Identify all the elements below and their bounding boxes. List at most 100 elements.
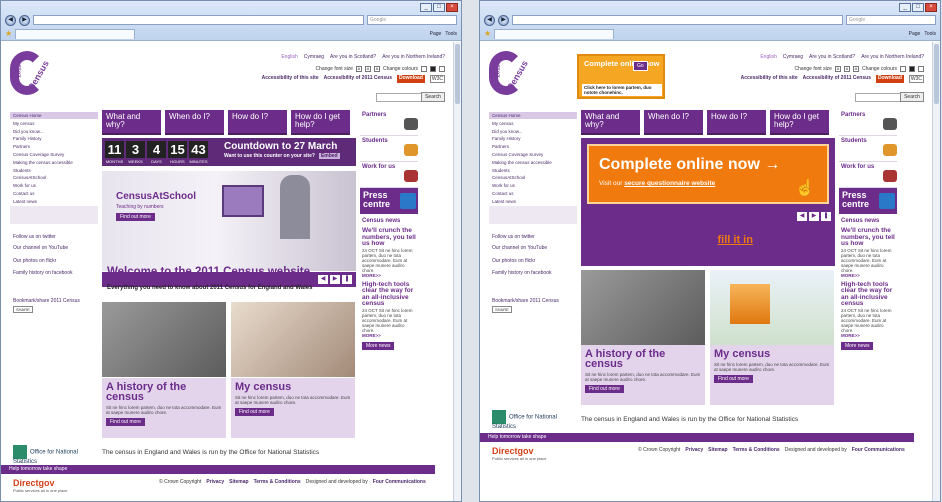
download-button[interactable]: Download xyxy=(875,75,904,83)
share-button[interactable]: SHARE xyxy=(13,306,33,313)
nav-did-you-know[interactable]: Did you know... xyxy=(10,128,98,136)
nav-family-history[interactable]: Family History xyxy=(10,135,98,144)
cta-go-button[interactable]: Go xyxy=(633,61,648,71)
colour-option-dark[interactable] xyxy=(909,66,915,72)
font-size-medium[interactable]: A xyxy=(364,66,371,72)
privacy-link[interactable]: Privacy xyxy=(206,479,224,485)
tab-when[interactable]: When do I? xyxy=(165,110,224,135)
work-box[interactable]: Work for us xyxy=(360,162,418,188)
tools-menu[interactable]: Tools xyxy=(445,31,457,37)
partners-box[interactable]: Partners xyxy=(360,110,418,136)
maximize-icon[interactable]: □ xyxy=(433,3,445,12)
news1-title[interactable]: We'll crunch the numbers, you tell us ho… xyxy=(362,227,416,248)
search-button[interactable]: Search xyxy=(900,92,924,102)
search-button[interactable]: Search xyxy=(421,92,445,102)
ons-logo[interactable]: Office for National Statistics xyxy=(492,410,582,430)
news2-more[interactable]: MORE>> xyxy=(362,333,416,338)
tab-help[interactable]: How do I get help? xyxy=(291,110,350,135)
tab-what-and-why[interactable]: What and why? xyxy=(102,110,161,135)
history-find-out-more[interactable]: Find out more xyxy=(106,418,145,426)
work-box[interactable]: Work for us xyxy=(839,162,897,188)
nav-my-census[interactable]: My census xyxy=(489,120,577,128)
fill-it-in-link[interactable]: fill it in xyxy=(718,234,753,246)
sitemap-link[interactable]: Sitemap xyxy=(229,479,248,485)
school-find-out-more[interactable]: Find out more xyxy=(116,213,155,221)
colour-option[interactable] xyxy=(421,66,427,72)
nav-partners[interactable]: Partners xyxy=(10,143,98,151)
tab-how[interactable]: How do I? xyxy=(707,110,766,135)
browser-search-input[interactable]: Google xyxy=(367,15,457,25)
chevron-right-icon[interactable]: ▶ xyxy=(330,275,340,284)
chevron-left-icon[interactable]: ◀ xyxy=(797,212,807,221)
link-accessibility-census[interactable]: Accessibility of 2011 Census xyxy=(803,75,871,83)
news1-more[interactable]: MORE>> xyxy=(841,273,895,278)
maximize-icon[interactable]: □ xyxy=(912,3,924,12)
questionnaire-link[interactable]: secure questionnaire website xyxy=(624,180,715,187)
nav-home[interactable]: Census Home xyxy=(489,112,577,120)
nav-partners[interactable]: Partners xyxy=(489,143,577,151)
nav-latest-news[interactable]: Latest news xyxy=(489,198,577,206)
tab-when[interactable]: When do I? xyxy=(644,110,703,135)
census-logo[interactable]: 2011 Census xyxy=(10,51,51,101)
browser-tab[interactable] xyxy=(15,28,136,39)
close-icon[interactable]: × xyxy=(446,3,458,12)
more-news-button[interactable]: More news xyxy=(362,341,395,350)
nav-my-census[interactable]: My census xyxy=(10,120,98,128)
press-centre-box[interactable]: Press centre xyxy=(360,188,418,214)
nav-students[interactable]: Students xyxy=(489,167,577,175)
vertical-scrollbar[interactable] xyxy=(932,42,940,501)
font-size-small[interactable]: A xyxy=(834,66,841,72)
address-bar[interactable] xyxy=(512,15,843,25)
ons-logo[interactable]: Office for National Statistics xyxy=(13,445,103,465)
back-icon[interactable]: ◀ xyxy=(5,14,16,26)
font-size-large[interactable]: A xyxy=(852,66,859,72)
nav-latest-news[interactable]: Latest news xyxy=(10,198,98,206)
browser-search-input[interactable]: Google xyxy=(846,15,936,25)
nav-family-history[interactable]: Family History xyxy=(489,135,577,144)
nav-coverage-survey[interactable]: Census Coverage Survey xyxy=(489,151,577,159)
tab-what-and-why[interactable]: What and why? xyxy=(581,110,640,135)
facebook-link[interactable]: Family history on facebook xyxy=(492,270,551,276)
designer-link[interactable]: Four Communications xyxy=(373,479,426,485)
page-menu[interactable]: Page xyxy=(909,31,921,37)
nav-census-at-school[interactable]: CensusAtSchool xyxy=(489,174,577,183)
link-accessibility-census[interactable]: Accessibility of 2011 Census xyxy=(324,75,392,83)
forward-icon[interactable]: ▶ xyxy=(498,14,509,26)
download-button[interactable]: Download xyxy=(396,75,425,83)
tab-how[interactable]: How do I? xyxy=(228,110,287,135)
nav-accessible[interactable]: Making the census accessible xyxy=(489,159,577,167)
vertical-scrollbar[interactable] xyxy=(453,42,461,501)
nav-work-for-us[interactable]: Work for us xyxy=(10,182,98,190)
news2-title[interactable]: High-tech tools clear the way for an all… xyxy=(841,281,895,308)
news2-title[interactable]: High-tech tools clear the way for an all… xyxy=(362,281,416,308)
share-widget[interactable]: SHARE xyxy=(13,304,33,313)
chevron-right-icon[interactable]: ▶ xyxy=(809,212,819,221)
link-ni[interactable]: Are you in Northern Ireland? xyxy=(861,54,924,60)
address-bar[interactable] xyxy=(33,15,364,25)
favorites-star-icon[interactable]: ★ xyxy=(484,29,491,39)
news1-more[interactable]: MORE>> xyxy=(362,273,416,278)
link-accessibility-site[interactable]: Accessibility of this site xyxy=(741,75,798,83)
link-english[interactable]: English xyxy=(281,54,297,60)
nav-home[interactable]: Census Home xyxy=(10,112,98,120)
colour-option-2[interactable] xyxy=(439,66,445,72)
tab-help[interactable]: How do I get help? xyxy=(770,110,829,135)
terms-link[interactable]: Terms & Conditions xyxy=(733,447,780,453)
directgov-logo[interactable]: Directgov Public services all in one plac… xyxy=(13,478,67,493)
nav-did-you-know[interactable]: Did you know... xyxy=(489,128,577,136)
tools-menu[interactable]: Tools xyxy=(924,31,936,37)
nav-accessible[interactable]: Making the census accessible xyxy=(10,159,98,167)
chevron-left-icon[interactable]: ◀ xyxy=(318,275,328,284)
minimize-icon[interactable]: _ xyxy=(899,3,911,12)
privacy-link[interactable]: Privacy xyxy=(685,447,703,453)
press-centre-box[interactable]: Press centre xyxy=(839,188,897,214)
close-icon[interactable]: × xyxy=(925,3,937,12)
link-cymraeg[interactable]: Cymraeg xyxy=(783,54,803,60)
directgov-logo[interactable]: Directgov Public services all in one plac… xyxy=(492,446,546,461)
embed-button[interactable]: Embed xyxy=(318,153,340,159)
flickr-link[interactable]: Our photos on flickr xyxy=(13,258,56,264)
students-box[interactable]: Students xyxy=(839,136,897,162)
font-size-medium[interactable]: A xyxy=(843,66,850,72)
my-census-find-out-more[interactable]: Find out more xyxy=(235,408,274,416)
colour-option-dark[interactable] xyxy=(430,66,436,72)
